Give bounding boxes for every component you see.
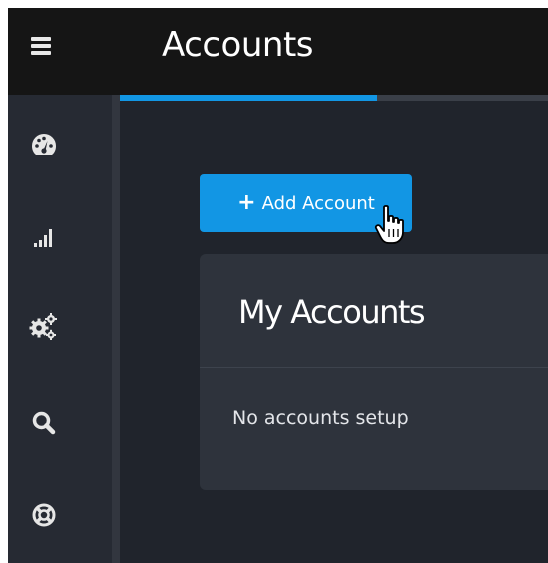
sidebar-divider — [112, 95, 120, 563]
panel-divider — [200, 367, 548, 368]
add-account-label: Add Account — [261, 192, 375, 214]
my-accounts-panel: My Accounts No accounts setup — [200, 254, 548, 490]
add-account-button[interactable]: + Add Account — [200, 174, 412, 232]
sidebar-item-search[interactable] — [24, 403, 64, 443]
lifebuoy-icon — [32, 503, 56, 527]
tab-progress-track — [120, 95, 548, 101]
signal-bars-icon — [34, 229, 52, 247]
sidebar-item-statistics[interactable] — [24, 216, 64, 256]
plus-icon: + — [237, 190, 256, 215]
dashboard-gauge-icon — [32, 134, 56, 155]
sidebar-item-dashboard[interactable] — [24, 125, 64, 165]
top-header: Accounts — [8, 8, 548, 95]
active-tab-indicator[interactable] — [120, 95, 377, 101]
gears-icon — [29, 313, 57, 340]
app-window: Accounts + Add Account My Accounts No ac… — [8, 8, 548, 563]
hamburger-menu-icon[interactable] — [28, 34, 56, 60]
search-icon — [32, 411, 56, 435]
panel-title: My Accounts — [238, 293, 426, 331]
sidebar-item-support[interactable] — [24, 495, 64, 535]
page-title: Accounts — [162, 25, 314, 65]
empty-state-message: No accounts setup — [232, 407, 409, 429]
sidebar-item-settings[interactable] — [24, 306, 64, 346]
